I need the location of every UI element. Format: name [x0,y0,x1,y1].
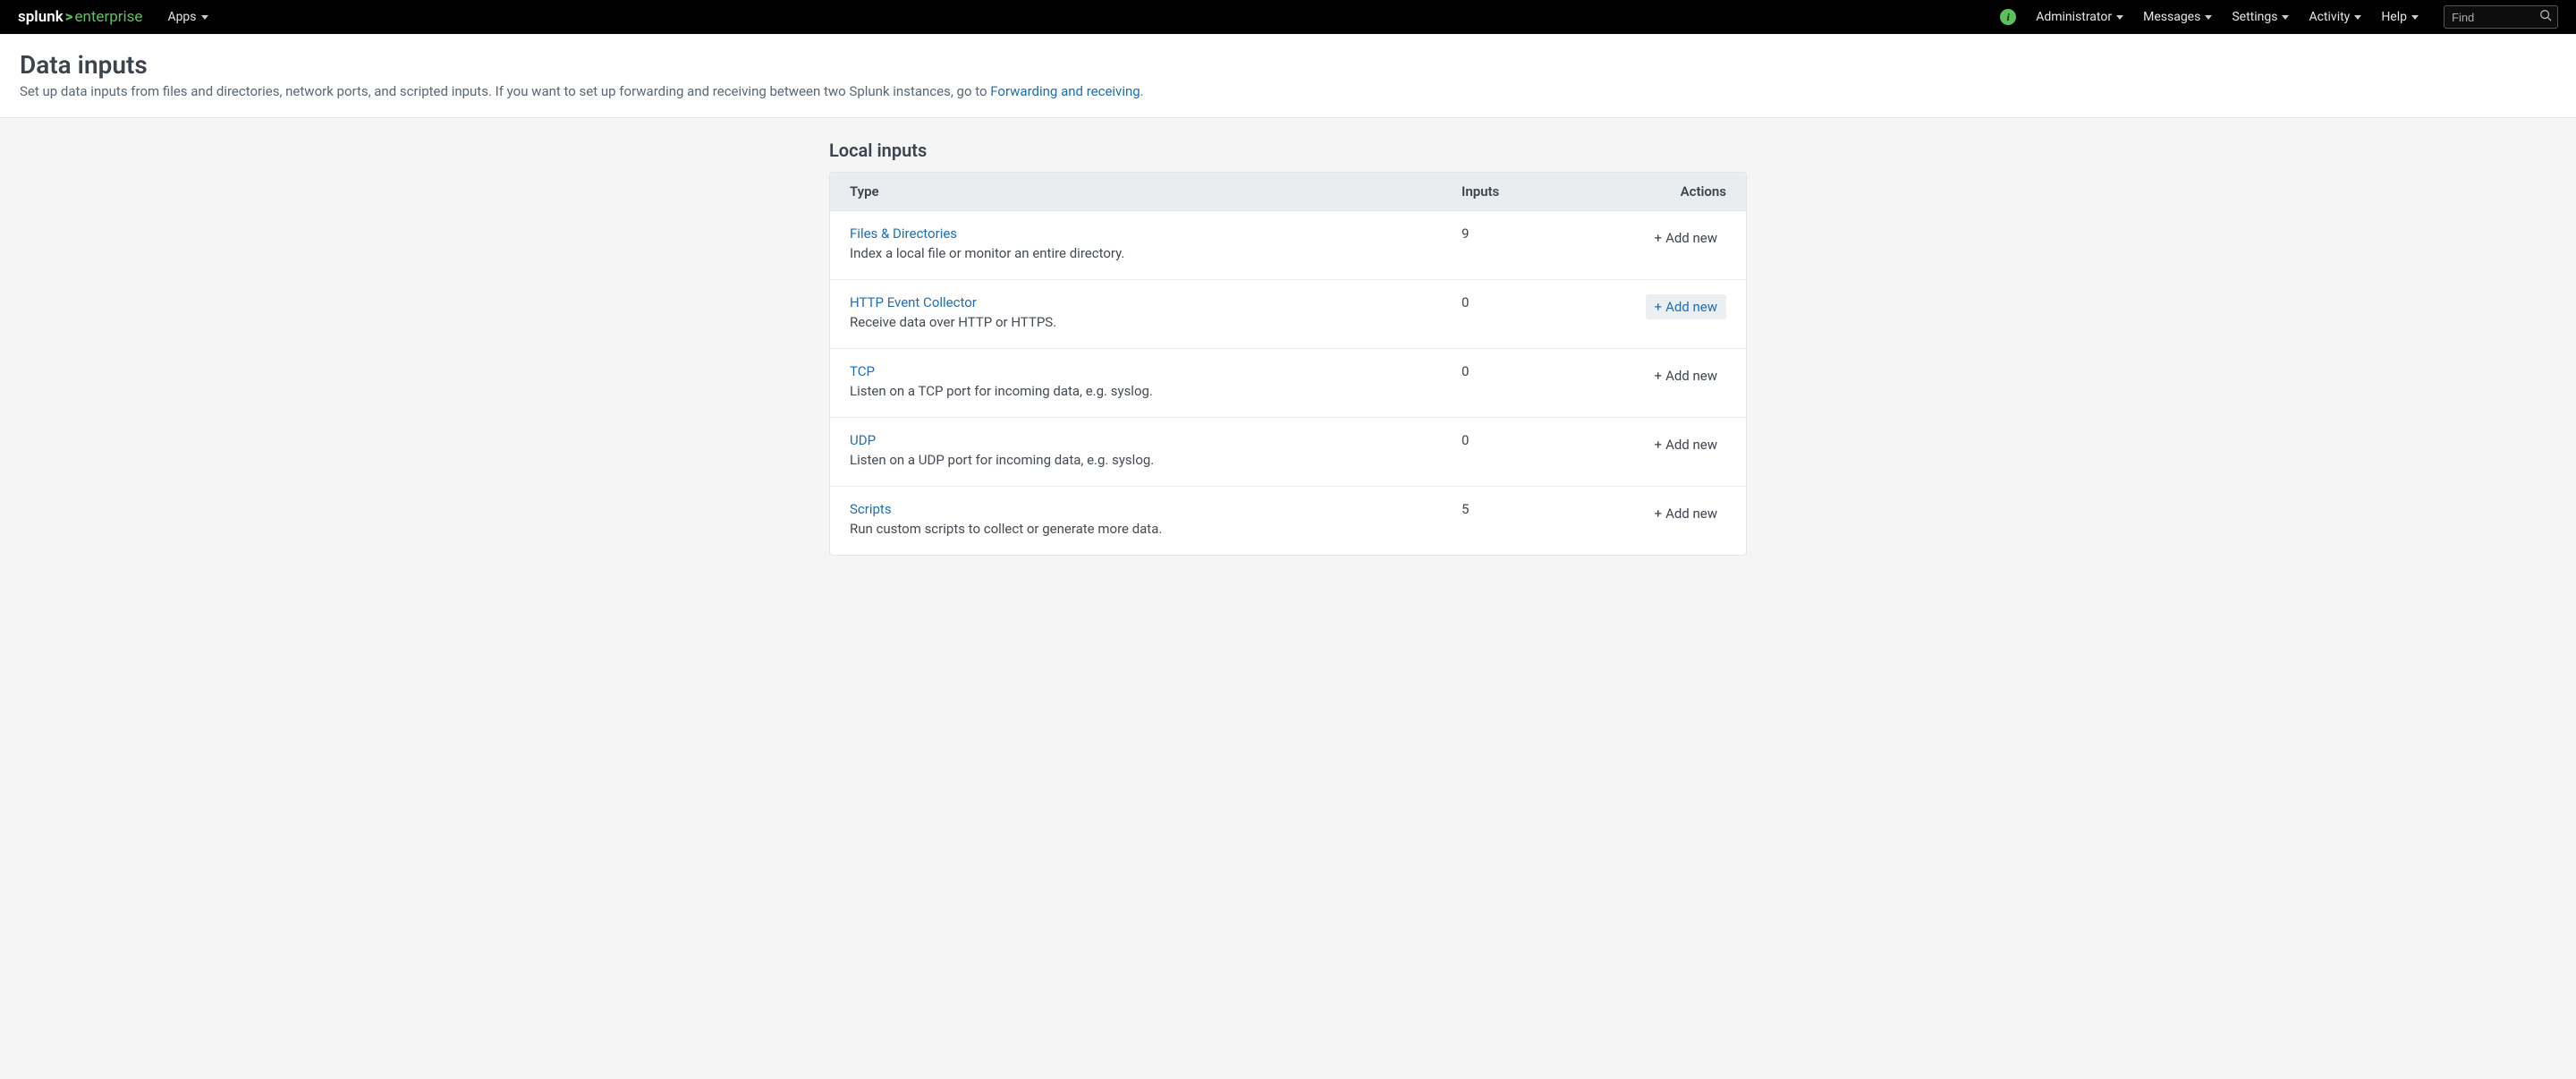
col-header-type: Type [830,173,1442,210]
nav-activity[interactable]: Activity [2309,10,2361,24]
add-new-button[interactable]: +Add new [1646,501,1726,526]
table-row: HTTP Event Collector Receive data over HT… [830,280,1746,349]
type-cell: Scripts Run custom scripts to collect or … [830,487,1442,555]
input-type-desc: Listen on a UDP port for incoming data, … [850,452,1422,468]
info-icon[interactable]: i [2000,9,2016,25]
content-area: Local inputs Type Inputs Actions Files &… [818,140,1758,556]
brand-product: enterprise [74,8,142,26]
nav-settings-label: Settings [2232,10,2277,24]
nav-apps-label: Apps [167,10,196,24]
brand-name: splunk [18,8,64,26]
plus-icon: + [1655,506,1663,522]
table-header: Type Inputs Actions [830,173,1746,211]
top-nav: splunk > enterprise Apps i Administrator… [0,0,2576,34]
caret-down-icon [2205,15,2212,20]
local-inputs-table: Type Inputs Actions Files & Directories I… [829,172,1747,556]
page-subtitle: Set up data inputs from files and direct… [20,83,2556,99]
subtitle-text-before: Set up data inputs from files and direct… [20,83,990,99]
input-type-link[interactable]: HTTP Event Collector [850,294,977,310]
col-header-inputs: Inputs [1442,173,1567,210]
actions-cell: +Add new [1567,280,1746,337]
logo-chevron-icon: > [64,8,75,26]
actions-cell: +Add new [1567,211,1746,268]
actions-cell: +Add new [1567,487,1746,544]
input-type-desc: Listen on a TCP port for incoming data, … [850,383,1422,399]
input-type-link[interactable]: Files & Directories [850,225,957,242]
actions-cell: +Add new [1567,349,1746,406]
page-header: Data inputs Set up data inputs from file… [0,34,2576,118]
nav-settings[interactable]: Settings [2232,10,2289,24]
nav-apps[interactable]: Apps [167,10,208,24]
nav-messages-label: Messages [2143,10,2200,24]
caret-down-icon [2411,15,2419,20]
input-type-desc: Run custom scripts to collect or generat… [850,521,1422,537]
type-cell: HTTP Event Collector Receive data over HT… [830,280,1442,348]
add-new-button[interactable]: +Add new [1646,294,1726,319]
type-cell: UDP Listen on a UDP port for incoming dat… [830,418,1442,486]
subtitle-text-after: . [1140,83,1144,99]
input-count: 0 [1442,280,1567,328]
add-new-button[interactable]: +Add new [1646,225,1726,251]
input-count: 0 [1442,418,1567,466]
plus-icon: + [1655,230,1663,246]
input-type-link[interactable]: TCP [850,363,875,379]
search-icon [2539,9,2552,25]
forwarding-receiving-link[interactable]: Forwarding and receiving [990,83,1140,99]
type-cell: TCP Listen on a TCP port for incoming dat… [830,349,1442,417]
input-type-link[interactable]: Scripts [850,501,892,517]
nav-administrator[interactable]: Administrator [2036,10,2123,24]
caret-down-icon [2282,15,2289,20]
col-header-actions: Actions [1567,173,1746,210]
input-type-desc: Index a local file or monitor an entire … [850,245,1422,261]
add-new-label: Add new [1665,299,1717,315]
add-new-label: Add new [1665,230,1717,246]
find-box [2444,5,2558,29]
nav-administrator-label: Administrator [2036,10,2112,24]
actions-cell: +Add new [1567,418,1746,475]
add-new-label: Add new [1665,506,1717,522]
input-type-desc: Receive data over HTTP or HTTPS. [850,314,1422,330]
caret-down-icon [2354,15,2361,20]
nav-help-label: Help [2381,10,2407,24]
add-new-button[interactable]: +Add new [1646,432,1726,457]
table-row: Scripts Run custom scripts to collect or … [830,487,1746,555]
input-type-link[interactable]: UDP [850,432,876,448]
type-cell: Files & Directories Index a local file or… [830,211,1442,279]
plus-icon: + [1655,437,1663,453]
table-row: UDP Listen on a UDP port for incoming dat… [830,418,1746,487]
plus-icon: + [1655,299,1663,315]
nav-activity-label: Activity [2309,10,2350,24]
table-row: Files & Directories Index a local file or… [830,211,1746,280]
add-new-button[interactable]: +Add new [1646,363,1726,388]
page-title: Data inputs [20,50,2556,80]
plus-icon: + [1655,368,1663,384]
add-new-label: Add new [1665,368,1717,384]
input-count: 9 [1442,211,1567,259]
nav-help[interactable]: Help [2381,10,2419,24]
input-count: 0 [1442,349,1567,397]
section-title: Local inputs [829,140,1747,161]
table-row: TCP Listen on a TCP port for incoming dat… [830,349,1746,418]
caret-down-icon [2116,15,2123,20]
logo[interactable]: splunk > enterprise [18,8,142,26]
caret-down-icon [201,15,208,20]
add-new-label: Add new [1665,437,1717,453]
input-count: 5 [1442,487,1567,535]
nav-messages[interactable]: Messages [2143,10,2212,24]
